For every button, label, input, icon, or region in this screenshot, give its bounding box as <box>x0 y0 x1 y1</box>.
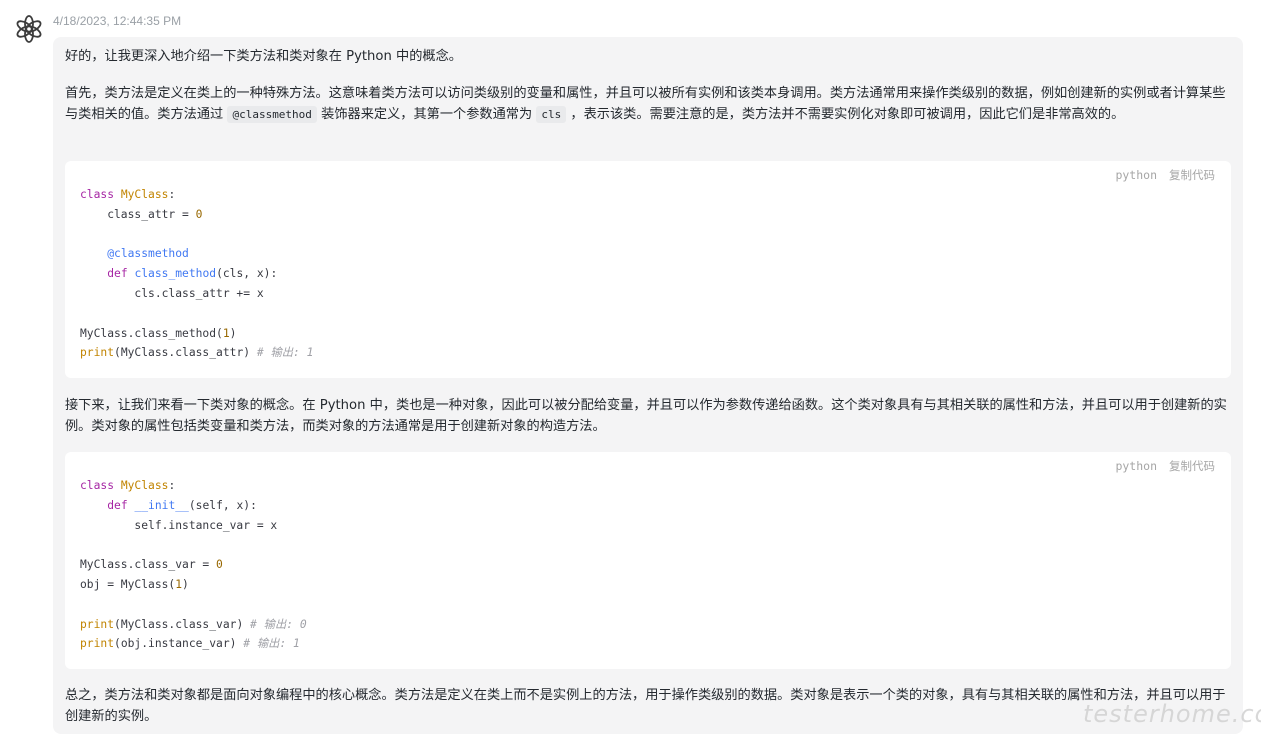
code-block: python 复制代码 class MyClass: def __init__(s… <box>65 452 1231 669</box>
classmethod-paragraph: 首先，类方法是定义在类上的一种特殊方法。这意味着类方法可以访问类级别的变量和属性… <box>65 83 1231 125</box>
code-header: python 复制代码 <box>1115 458 1215 474</box>
assistant-message: 好的，让我更深入地介绍一下类方法和类对象在 Python 中的概念。 首先，类方… <box>53 37 1243 734</box>
copy-code-button[interactable]: 复制代码 <box>1169 459 1215 473</box>
code-language: python <box>1115 168 1157 182</box>
inline-code: @classmethod <box>227 106 317 123</box>
intro-paragraph: 好的，让我更深入地介绍一下类方法和类对象在 Python 中的概念。 <box>65 49 462 64</box>
assistant-avatar <box>14 14 44 44</box>
text-span: 装饰器来定义，其第一个参数通常为 <box>316 107 537 122</box>
code-language: python <box>1115 459 1157 473</box>
copy-code-button[interactable]: 复制代码 <box>1169 168 1215 182</box>
watermark: testerhome.com <box>1083 700 1261 728</box>
summary-paragraph: 总之，类方法和类对象都是面向对象编程中的核心概念。类方法是定义在类上而不是实例上… <box>65 688 1226 724</box>
code-content: class MyClass: class_attr = 0 @classmeth… <box>80 188 314 360</box>
openai-logo-icon <box>16 15 42 43</box>
code-block: python 复制代码 class MyClass: class_attr = 0… <box>65 161 1231 378</box>
message-timestamp: 4/18/2023, 12:44:35 PM <box>53 14 182 28</box>
class-object-paragraph: 接下来，让我们来看一下类对象的概念。在 Python 中，类也是一种对象，因此可… <box>65 398 1227 434</box>
inline-code: cls <box>536 106 567 123</box>
code-content: class MyClass: def __init__(self, x): se… <box>80 479 307 651</box>
code-header: python 复制代码 <box>1115 167 1215 183</box>
text-span: ，表示该类。需要注意的是，类方法并不需要实例化对象即可被调用，因此它们是非常高效… <box>566 107 1125 122</box>
